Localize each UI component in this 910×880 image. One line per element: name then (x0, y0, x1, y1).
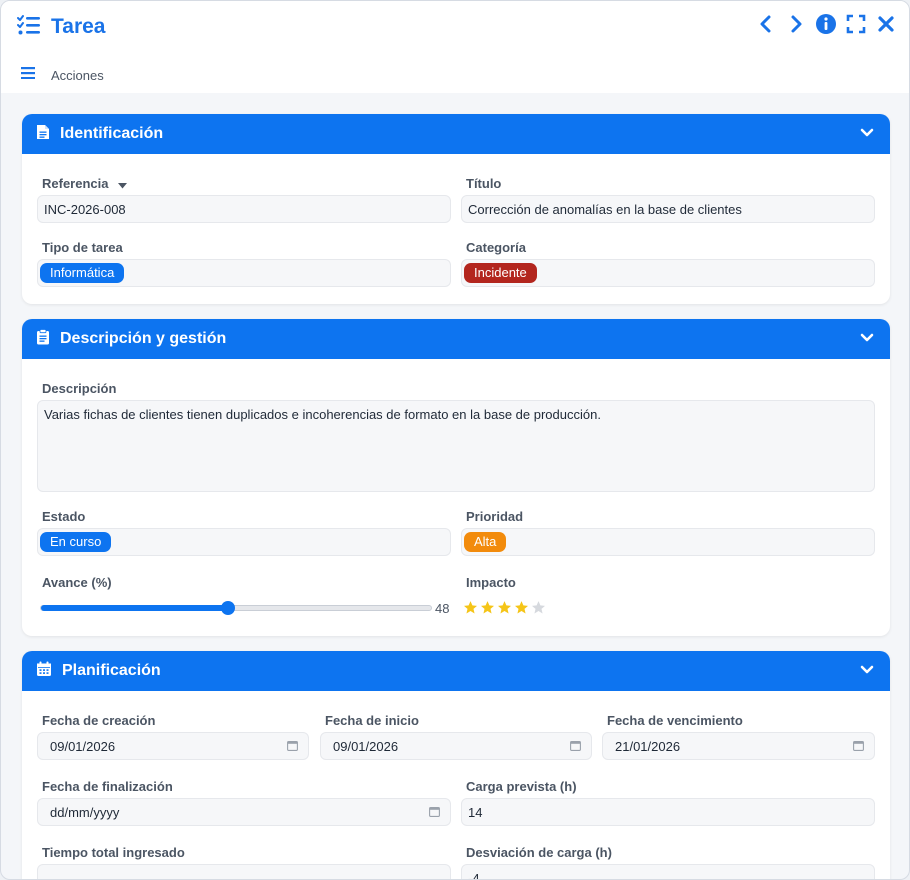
expand-icon (846, 14, 866, 39)
panel-identificacion: Identificación Referencia INC-2026-008 T… (22, 114, 890, 304)
estado-chip: En curso (40, 532, 112, 552)
panel-planificacion-header[interactable]: Planificación (22, 651, 890, 691)
fecha-finalizacion-field[interactable]: dd/mm/yyyy (37, 798, 451, 826)
fecha-creacion-value: 09/01/2026 (50, 738, 116, 754)
avance-slider-fill (41, 605, 229, 611)
info-icon (815, 13, 837, 40)
star-icon[interactable] (480, 600, 495, 615)
chevron-down-icon[interactable] (860, 330, 874, 348)
categoria-chip: Incidente (464, 263, 537, 283)
avance-value: 48 (435, 601, 450, 616)
title-bar: Tarea Acciones (1, 1, 909, 93)
carga-prevista-field[interactable]: 14 (461, 798, 875, 826)
fecha-finalizacion-label: Fecha de finalización (42, 779, 173, 794)
descripcion-label: Descripción (42, 381, 117, 396)
panel-descripcion-header[interactable]: Descripción y gestión (22, 319, 890, 359)
task-window: Tarea Acciones Identificación Referencia… (0, 0, 910, 880)
caret-down-icon[interactable] (118, 177, 128, 192)
fecha-vencimiento-value: 21/01/2026 (615, 738, 681, 754)
next-button[interactable] (785, 13, 807, 39)
window-title: Tarea (51, 15, 106, 38)
titulo-field[interactable]: Corrección de anomalías en la base de cl… (461, 195, 875, 223)
actions-menu[interactable]: Acciones (21, 65, 104, 85)
hamburger-icon (21, 66, 35, 84)
tiempo-total-label: Tiempo total ingresado (42, 845, 185, 860)
impacto-label: Impacto (466, 575, 516, 590)
calendar-picker-icon[interactable] (429, 805, 440, 820)
referencia-field[interactable]: INC-2026-008 (37, 195, 451, 223)
chevron-left-icon (759, 14, 773, 39)
star-icon[interactable] (514, 600, 529, 615)
panel-descripcion-title: Descripción y gestión (60, 330, 227, 347)
calendar-picker-icon[interactable] (570, 739, 581, 754)
actions-menu-label: Acciones (51, 67, 104, 83)
window-actions (755, 13, 897, 39)
tipo-tarea-label: Tipo de tarea (42, 240, 123, 255)
checklist-icon (17, 14, 41, 41)
desviacion-carga-label: Desviación de carga (h) (466, 845, 612, 860)
panel-descripcion-body: Descripción Varias fichas de clientes ti… (22, 359, 890, 636)
estado-label: Estado (42, 509, 86, 524)
close-button[interactable] (875, 13, 897, 39)
tiempo-total-field[interactable] (37, 864, 451, 879)
star-icon[interactable] (463, 600, 478, 615)
descripcion-textarea[interactable]: Varias fichas de clientes tienen duplica… (37, 400, 875, 492)
referencia-label-text: Referencia (42, 176, 109, 191)
fecha-vencimiento-label: Fecha de vencimiento (607, 713, 743, 728)
info-button[interactable] (815, 13, 837, 39)
previous-button[interactable] (755, 13, 777, 39)
carga-prevista-label: Carga prevista (h) (466, 779, 577, 794)
document-icon (36, 124, 50, 145)
chevron-right-icon (789, 14, 803, 39)
fecha-finalizacion-placeholder: dd/mm/yyyy (50, 804, 120, 820)
tipo-tarea-chip: Informática (40, 263, 125, 283)
prioridad-chip: Alta (464, 532, 507, 552)
panel-planificacion-body: Fecha de creación 09/01/2026 Fecha de in… (22, 691, 890, 879)
prioridad-field[interactable]: Alta (461, 528, 875, 556)
tipo-tarea-field[interactable]: Informática (37, 259, 451, 287)
avance-label: Avance (%) (42, 575, 112, 590)
panel-descripcion: Descripción y gestión Descripción Varias… (22, 319, 890, 636)
calendar-picker-icon[interactable] (287, 739, 298, 754)
impacto-rating[interactable] (463, 600, 546, 615)
referencia-label[interactable]: Referencia (42, 176, 128, 192)
fecha-creacion-label: Fecha de creación (42, 713, 156, 728)
panel-identificacion-title: Identificación (60, 125, 164, 142)
avance-slider-thumb[interactable] (221, 601, 236, 615)
star-icon[interactable] (497, 600, 512, 615)
maximize-button[interactable] (845, 13, 867, 39)
categoria-field[interactable]: Incidente (461, 259, 875, 287)
clipboard-icon (36, 328, 50, 350)
chevron-down-icon[interactable] (860, 125, 874, 143)
fecha-creacion-field[interactable]: 09/01/2026 (37, 732, 309, 760)
prioridad-label: Prioridad (466, 509, 524, 524)
close-icon (877, 15, 895, 38)
titulo-label: Título (466, 176, 502, 191)
star-icon[interactable] (531, 600, 546, 615)
categoria-label: Categoría (466, 240, 526, 255)
desviacion-carga-field[interactable]: -4 (461, 864, 875, 879)
panel-identificacion-body: Referencia INC-2026-008 Título Correcció… (22, 154, 890, 304)
fecha-inicio-value: 09/01/2026 (333, 738, 399, 754)
calendar-picker-icon[interactable] (853, 739, 864, 754)
fecha-inicio-field[interactable]: 09/01/2026 (320, 732, 592, 760)
chevron-down-icon[interactable] (860, 662, 874, 680)
fecha-inicio-label: Fecha de inicio (325, 713, 419, 728)
calendar-icon (36, 661, 52, 682)
panel-identificacion-header[interactable]: Identificación (22, 114, 890, 154)
estado-field[interactable]: En curso (37, 528, 451, 556)
title-area: Tarea (17, 13, 105, 41)
panel-planificacion-title: Planificación (62, 662, 161, 679)
avance-slider[interactable] (40, 601, 432, 615)
panel-planificacion: Planificación Fecha de creación 09/01/20… (22, 651, 890, 879)
fecha-vencimiento-field[interactable]: 21/01/2026 (602, 732, 875, 760)
